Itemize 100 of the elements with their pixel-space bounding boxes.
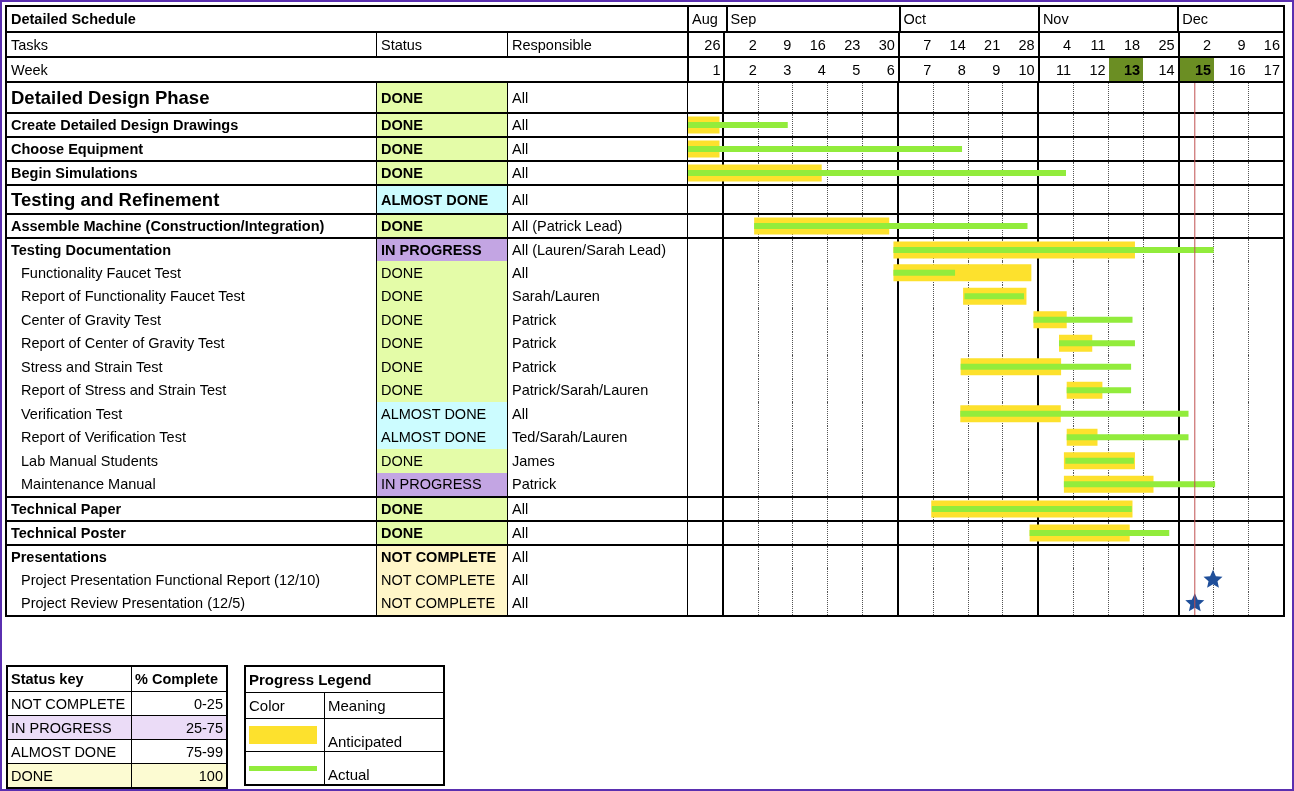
task-cell-text: Technical Poster [10,524,127,543]
task-cell-text: Report of Functionality Faucet Test [20,287,246,307]
percent-range: 100 [131,764,226,787]
column-header: Color [248,696,286,716]
task-cell-text: Presentations [10,548,108,567]
responsible-cell: All [507,568,687,592]
responsible-cell: Patrick [507,331,687,355]
task-cell-text: Project Presentation Functional Report (12/10) [20,570,322,590]
status-cell: NOT COMPLETE [376,546,507,568]
week-number: 12 [1088,60,1107,80]
responsible-cell: All [507,114,687,136]
responsible-cell: All [507,138,687,160]
column-header: Status [376,33,507,56]
status-cell: DONE [376,162,507,184]
status-cell: DONE [376,331,507,355]
week-date: 25 [1157,35,1176,55]
status-cell: DONE [376,449,507,473]
week-number: 13 [1108,58,1144,81]
responsible-cell: James [507,449,687,473]
month-header: Sep [725,7,899,31]
task-cell-text: Testing and Refinement [10,187,221,212]
week-date: 28 [1017,35,1036,55]
status-cell: IN PROGRESS [376,239,507,261]
month-header: Dec [1177,7,1283,31]
week-number: 8 [956,60,967,80]
status-cell: DONE [376,308,507,332]
week-number: 10 [1017,60,1036,80]
status-cell: DONE [376,261,507,285]
status-cell: IN PROGRESS [376,472,507,496]
week-number: 3 [782,60,793,80]
status-cell: DONE [376,498,507,520]
week-date: 23 [843,35,862,55]
column-header: Meaning [324,693,443,718]
status-label: IN PROGRESS [10,718,113,738]
week-number: 7 [897,58,935,81]
week-number: 1 [687,58,724,81]
responsible-cell: Patrick [507,355,687,379]
task-cell-text: Technical Paper [10,500,123,519]
responsible-cell: Patrick [507,308,687,332]
status-cell: DONE [376,114,507,136]
responsible-cell: Ted/Sarah/Lauren [507,425,687,449]
week-date: 11 [1089,35,1107,55]
status-cell: NOT COMPLETE [376,568,507,592]
week-date: 2 [723,33,760,56]
week-date: 9 [782,35,793,55]
row-header: Week [10,60,49,80]
status-label: ALMOST DONE [10,742,118,762]
actual-swatch [249,765,317,771]
task-cell-text: Stress and Strain Test [20,357,164,377]
column-header: Tasks [10,35,50,55]
status-cell: DONE [376,83,507,112]
status-cell: DONE [376,284,507,308]
week-date: 14 [948,35,967,55]
legend-title: Progress Legend [248,670,373,690]
status-cell: DONE [376,522,507,544]
month-header: Aug [687,7,726,31]
star-icon [1185,593,1205,612]
month-header: Oct [898,7,1038,31]
responsible-cell: All (Lauren/Sarah Lead) [507,239,687,261]
task-cell-text: Lab Manual Students [20,451,160,471]
task-cell-text: Maintenance Manual [20,475,157,495]
task-cell-text: Assemble Machine (Construction/Integration) [10,217,326,236]
week-date: 2 [1177,33,1215,56]
responsible-cell: All [507,186,687,213]
status-cell: ALMOST DONE [376,186,507,213]
month-header: Nov [1037,7,1178,31]
task-cell-text: Project Review Presentation (12/5) [20,594,247,614]
column-header: Responsible [507,33,687,56]
responsible-cell: Sarah/Lauren [507,284,687,308]
responsible-cell: Patrick [507,472,687,496]
anticipated-swatch [249,726,317,744]
week-number: 9 [991,60,1002,80]
week-number: 14 [1157,60,1176,80]
task-cell-text: Functionality Faucet Test [20,263,183,283]
task-cell-text: Report of Center of Gravity Test [20,334,226,354]
legend-meaning: Actual [324,752,443,784]
week-number: 2 [723,58,760,81]
actual-bar [1065,457,1134,464]
status-cell: DONE [376,215,507,237]
week-date: 7 [897,33,935,56]
week-number: 5 [851,60,862,80]
responsible-cell: All [507,402,687,426]
task-cell-text: Report of Stress and Strain Test [20,381,228,401]
week-date: 16 [808,35,827,55]
week-date: 16 [1262,35,1281,55]
status-cell: ALMOST DONE [376,402,507,426]
responsible-cell: All [507,162,687,184]
responsible-cell: All [507,83,687,112]
responsible-cell: All [507,498,687,520]
task-cell-text: Detailed Design Phase [10,85,211,110]
task-cell-text: Center of Gravity Test [20,310,162,330]
status-label: NOT COMPLETE [10,694,127,714]
responsible-cell: All (Patrick Lead) [507,215,687,237]
week-number: 17 [1262,60,1281,80]
week-date: 18 [1122,35,1142,55]
task-cell-text: Begin Simulations [10,164,139,183]
task-cell-text: Verification Test [20,404,124,424]
responsible-cell: All [507,591,687,615]
week-number: 16 [1228,60,1247,80]
week-date: 30 [877,35,896,55]
